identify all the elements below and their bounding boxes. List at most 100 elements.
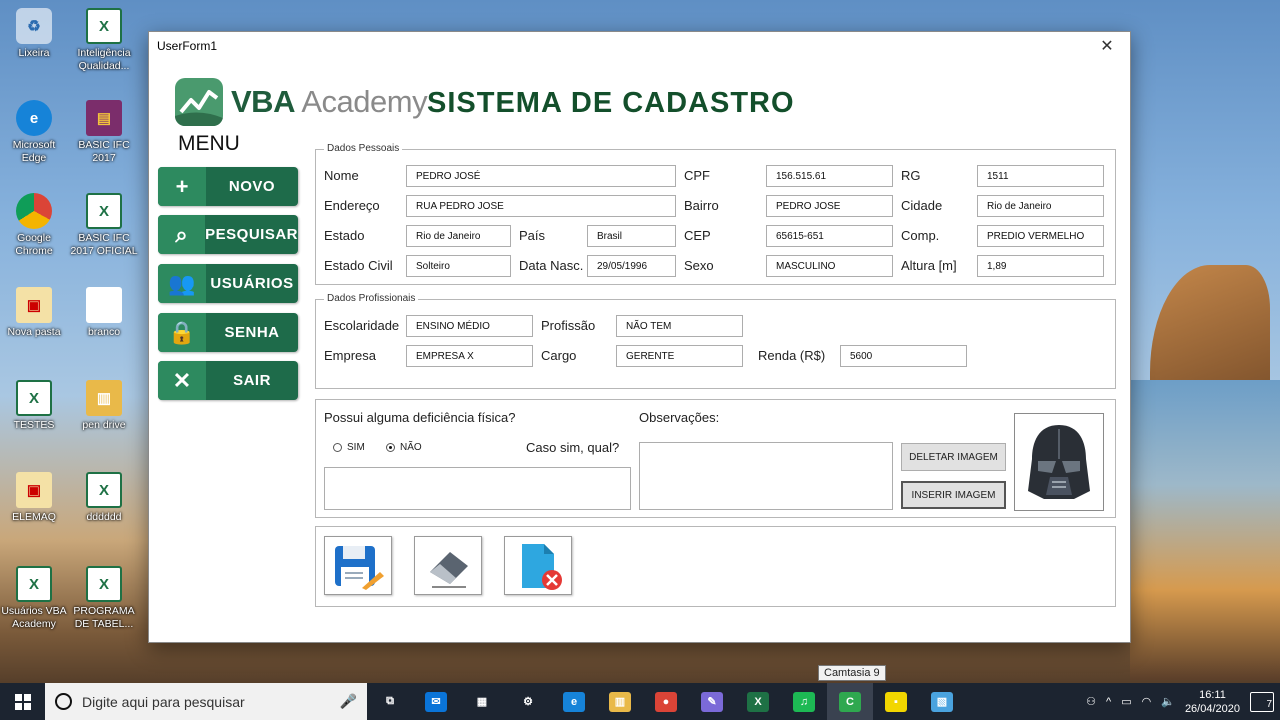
desktop-icon-label: Nova pasta: [7, 326, 61, 338]
civil-field[interactable]: Solteiro: [406, 255, 511, 277]
desktop-icon[interactable]: ♻ Lixeira: [0, 8, 68, 60]
taskbar-settings[interactable]: ⚙: [505, 683, 551, 720]
taskbar-spotify[interactable]: ♫: [781, 683, 827, 720]
taskbar-paint[interactable]: ✎: [689, 683, 735, 720]
desktop-icon[interactable]: X BASIC IFC 2017 OFICIAL: [70, 193, 138, 258]
taskbar-edge[interactable]: e: [551, 683, 597, 720]
desktop-icon[interactable]: Xdddddd: [70, 472, 138, 524]
start-button[interactable]: [0, 683, 45, 720]
estado-field[interactable]: Rio de Janeiro: [406, 225, 511, 247]
taskbar-store[interactable]: ▦: [459, 683, 505, 720]
escolaridade-field[interactable]: ENSINO MÉDIO: [406, 315, 533, 337]
excel-file-icon: X: [16, 566, 52, 602]
personal-data-caption: Dados Pessoais: [324, 143, 403, 154]
cpf-label: CPF: [684, 168, 710, 183]
taskbar-task-view[interactable]: ⧉: [367, 683, 413, 720]
cpf-field[interactable]: 156.515.61: [766, 165, 893, 187]
sim-radio-dot[interactable]: [333, 443, 342, 452]
menu-button-label: PESQUISAR: [205, 226, 298, 243]
sim-radio[interactable]: SIM: [333, 442, 365, 453]
desktop-icon[interactable]: e Microsoft Edge: [0, 100, 68, 165]
menu-senha-button[interactable]: 🔒 SENHA: [158, 313, 298, 352]
pais-field[interactable]: Brasil: [587, 225, 676, 247]
menu-button-label: SENHA: [224, 324, 280, 341]
clear-button[interactable]: [414, 536, 482, 595]
taskbar-sticky-notes[interactable]: ▪: [873, 683, 919, 720]
edge-icon: e: [563, 691, 585, 712]
excel-file-icon: X: [86, 8, 122, 44]
battery-icon[interactable]: ▭: [1121, 695, 1131, 708]
desktop-icon[interactable]: X PROGRAMA DE TABEL...: [70, 566, 138, 631]
empresa-label: Empresa: [324, 348, 377, 363]
bin-file-icon: ♻: [16, 8, 52, 44]
nasc-field[interactable]: 29/05/1996: [587, 255, 676, 277]
taskbar-file-explorer[interactable]: ▥: [597, 683, 643, 720]
plus-icon: +: [158, 167, 206, 206]
task-view-icon: ⧉: [379, 691, 401, 712]
cargo-field[interactable]: GERENTE: [616, 345, 743, 367]
empresa-field[interactable]: EMPRESA X: [406, 345, 533, 367]
wifi-icon[interactable]: ◠: [1142, 695, 1152, 708]
desktop-icon[interactable]: X TESTES: [0, 380, 68, 432]
chrome-file-icon: [16, 193, 52, 229]
profissao-label: Profissão: [541, 318, 596, 333]
excel-file-icon: X: [86, 193, 122, 229]
taskbar-excel[interactable]: X: [735, 683, 781, 720]
menu-novo-button[interactable]: + NOVO: [158, 167, 298, 206]
rg-field[interactable]: 1511: [977, 165, 1104, 187]
people-icon[interactable]: ⚇: [1086, 695, 1096, 708]
renda-field[interactable]: 5600: [840, 345, 967, 367]
taskbar-camtasia[interactable]: C: [827, 683, 873, 720]
lock-icon: 🔒: [158, 313, 206, 352]
bairro-field[interactable]: PEDRO JOSE: [766, 195, 893, 217]
taskbar-search[interactable]: Digite aqui para pesquisar 🎤: [45, 683, 367, 720]
bairro-label: Bairro: [684, 198, 719, 213]
save-button[interactable]: [324, 536, 392, 595]
profissao-field[interactable]: NÃO TEM: [616, 315, 743, 337]
menu-sair-button[interactable]: ✕ SAIR: [158, 361, 298, 400]
delete-record-button[interactable]: [504, 536, 572, 595]
desktop-icon[interactable]: ▣ ELEMAQ: [0, 472, 68, 524]
nome-field[interactable]: PEDRO JOSÉ: [406, 165, 676, 187]
cep-field[interactable]: 65615-651: [766, 225, 893, 247]
desktop-icon[interactable]: ▤ BASIC IFC 2017: [70, 100, 138, 165]
nao-radio-dot[interactable]: [386, 443, 395, 452]
close-icon[interactable]: ✕: [1092, 36, 1122, 56]
volume-icon[interactable]: 🔈: [1161, 695, 1175, 708]
nasc-label: Data Nasc.: [519, 258, 584, 273]
desktop-icon[interactable]: X Inteligência Qualidad...: [70, 8, 138, 73]
observacoes-textarea[interactable]: [639, 442, 893, 510]
taskbar-mail[interactable]: ✉: [413, 683, 459, 720]
sexo-field[interactable]: MASCULINO: [766, 255, 893, 277]
chrome-icon: ●: [655, 691, 677, 712]
clock-date: 26/04/2020: [1184, 702, 1240, 715]
deficiencia-textarea[interactable]: [324, 467, 631, 510]
clock[interactable]: 16:11 26/04/2020: [1185, 688, 1240, 716]
desktop-icon[interactable]: ▥ pen drive: [70, 380, 138, 432]
desktop-icon[interactable]: X Usuários VBA Academy: [0, 566, 68, 631]
chevron-up-icon[interactable]: ^: [1106, 696, 1111, 708]
menu-usurios-button[interactable]: 👥 USUÁRIOS: [158, 264, 298, 303]
altura-field[interactable]: 1,89: [977, 255, 1104, 277]
clock-time: 16:11: [1199, 688, 1226, 701]
mail-icon: ✉: [425, 691, 447, 712]
desktop-icon[interactable]: Google Chrome: [0, 193, 68, 258]
cidade-field[interactable]: Rio de Janeiro: [977, 195, 1104, 217]
taskbar-notepad[interactable]: ▧: [919, 683, 965, 720]
comp-field[interactable]: PREDIO VERMELHO: [977, 225, 1104, 247]
notifications-icon[interactable]: 7: [1250, 691, 1274, 712]
insert-image-button[interactable]: INSERIR IMAGEM: [901, 481, 1006, 509]
cidade-label: Cidade: [901, 198, 943, 213]
delete-image-button[interactable]: DELETAR IMAGEM: [901, 443, 1006, 471]
desktop-icon[interactable]: branco: [70, 287, 138, 339]
menu-pesquisar-button[interactable]: ⌕ PESQUISAR: [158, 215, 298, 254]
nao-radio[interactable]: NÃO: [386, 442, 422, 453]
microphone-icon[interactable]: 🎤: [340, 693, 357, 710]
sim-radio-label: SIM: [347, 442, 365, 453]
desktop-icon-label: Usuários VBA Academy: [1, 605, 67, 630]
search-icon: ⌕: [158, 215, 206, 254]
taskbar-chrome[interactable]: ●: [643, 683, 689, 720]
taskbar: Digite aqui para pesquisar 🎤 ⧉ ✉ ▦ ⚙ e ▥ ● ✎ X ♫ C…: [0, 683, 1280, 720]
endereco-field[interactable]: RUA PEDRO JOSE: [406, 195, 676, 217]
desktop-icon[interactable]: ▣ Nova pasta: [0, 287, 68, 339]
